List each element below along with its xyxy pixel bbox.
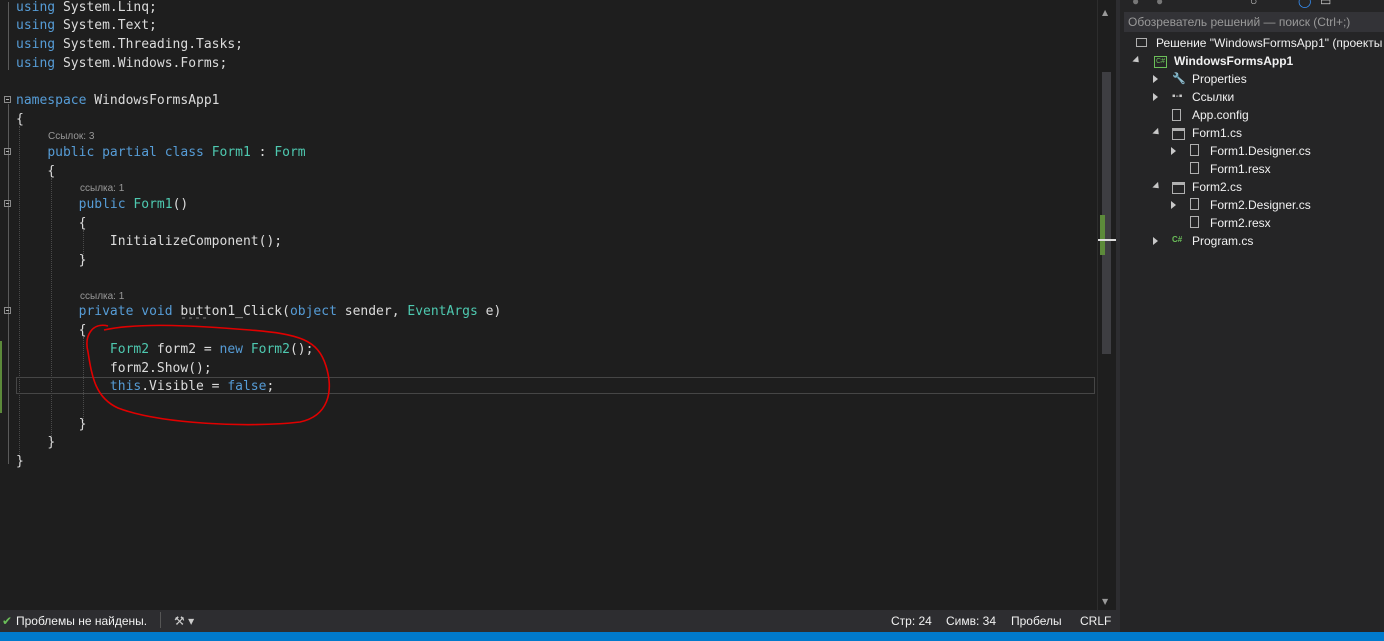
line-indicator[interactable]: Стр: 24 bbox=[891, 614, 932, 628]
resx-file-icon bbox=[1190, 216, 1199, 228]
line-ending-indicator[interactable]: CRLF bbox=[1080, 614, 1111, 628]
annotation-stroke bbox=[86, 324, 330, 426]
check-icon: ✔ bbox=[2, 614, 13, 628]
csharp-file-icon: C# bbox=[1172, 235, 1183, 244]
refresh-icon[interactable]: ◯ bbox=[1298, 0, 1311, 8]
csharp-project-icon: C# bbox=[1154, 56, 1167, 68]
scroll-down-icon[interactable]: ▼ bbox=[1102, 597, 1108, 606]
brush-icon[interactable]: ⚒ ▾ bbox=[174, 614, 194, 628]
problems-status[interactable]: Проблемы не найдены. bbox=[16, 614, 147, 628]
editor-status-bar: ✔ Проблемы не найдены. ⚒ ▾ Стр: 24 Симв:… bbox=[0, 610, 1120, 632]
tree-item-form2[interactable]: Form2.cs bbox=[1192, 178, 1242, 196]
project-node[interactable]: WindowsFormsApp1 bbox=[1174, 52, 1293, 70]
expanded-arrow-icon[interactable] bbox=[1132, 55, 1142, 66]
collapsed-arrow-icon[interactable] bbox=[1153, 237, 1158, 245]
sync-icon[interactable]: ○ bbox=[1250, 0, 1257, 8]
collapse-all-icon[interactable]: ▭ bbox=[1320, 0, 1331, 8]
solution-icon bbox=[1136, 38, 1147, 47]
tree-item-app-config[interactable]: App.config bbox=[1192, 106, 1249, 124]
tree-item-form1[interactable]: Form1.cs bbox=[1192, 124, 1242, 142]
resx-file-icon bbox=[1190, 162, 1199, 174]
forward-icon[interactable]: ● bbox=[1156, 0, 1163, 8]
suggestion-dots bbox=[182, 317, 206, 319]
collapsed-arrow-icon[interactable] bbox=[1153, 75, 1158, 83]
tree-item-form1-resx[interactable]: Form1.resx bbox=[1210, 160, 1271, 178]
references-icon: ▪-▪ bbox=[1172, 91, 1183, 102]
solution-toolbar: ● ● ○ ◯ ▭ bbox=[1120, 0, 1384, 10]
red-annotation-circle bbox=[86, 324, 330, 426]
tree-item-properties[interactable]: Properties bbox=[1192, 70, 1247, 88]
scroll-caret-marker bbox=[1098, 239, 1116, 241]
expanded-arrow-icon[interactable] bbox=[1152, 127, 1162, 138]
tree-item-form2-resx[interactable]: Form2.resx bbox=[1210, 214, 1271, 232]
tree-item-program[interactable]: Program.cs bbox=[1192, 232, 1253, 250]
form-icon bbox=[1172, 182, 1185, 194]
back-icon[interactable]: ● bbox=[1132, 0, 1139, 8]
whitespace-indicator[interactable]: Пробелы bbox=[1011, 614, 1062, 628]
scroll-change-marker bbox=[1100, 215, 1105, 255]
expanded-arrow-icon[interactable] bbox=[1152, 181, 1162, 192]
solution-node[interactable]: Решение "WindowsFormsApp1" (проекты bbox=[1156, 34, 1382, 52]
column-indicator[interactable]: Симв: 34 bbox=[946, 614, 996, 628]
code-editor[interactable]: using System.Linq; using System.Text; us… bbox=[0, 0, 1116, 610]
form-icon bbox=[1172, 128, 1185, 140]
app-status-strip bbox=[0, 632, 1384, 641]
tree-item-form2-designer[interactable]: Form2.Designer.cs bbox=[1210, 196, 1311, 214]
collapsed-arrow-icon[interactable] bbox=[1153, 93, 1158, 101]
collapsed-arrow-icon[interactable] bbox=[1171, 201, 1176, 209]
collapsed-arrow-icon[interactable] bbox=[1171, 147, 1176, 155]
scrollbar-thumb[interactable] bbox=[1102, 72, 1111, 354]
designer-file-icon bbox=[1190, 144, 1199, 156]
config-file-icon bbox=[1172, 109, 1181, 121]
solution-explorer: ● ● ○ ◯ ▭ Обозреватель решений — поиск (… bbox=[1120, 0, 1384, 632]
tree-item-references[interactable]: Ссылки bbox=[1192, 88, 1234, 106]
divider bbox=[160, 612, 161, 628]
tree-item-form1-designer[interactable]: Form1.Designer.cs bbox=[1210, 142, 1311, 160]
solution-search-input[interactable]: Обозреватель решений — поиск (Ctrl+;) bbox=[1124, 12, 1384, 32]
scroll-up-icon[interactable]: ▲ bbox=[1102, 8, 1108, 17]
wrench-icon: 🔧 bbox=[1172, 73, 1186, 85]
designer-file-icon bbox=[1190, 198, 1199, 210]
editor-vertical-scrollbar[interactable]: ▲ ▼ bbox=[1097, 0, 1116, 610]
